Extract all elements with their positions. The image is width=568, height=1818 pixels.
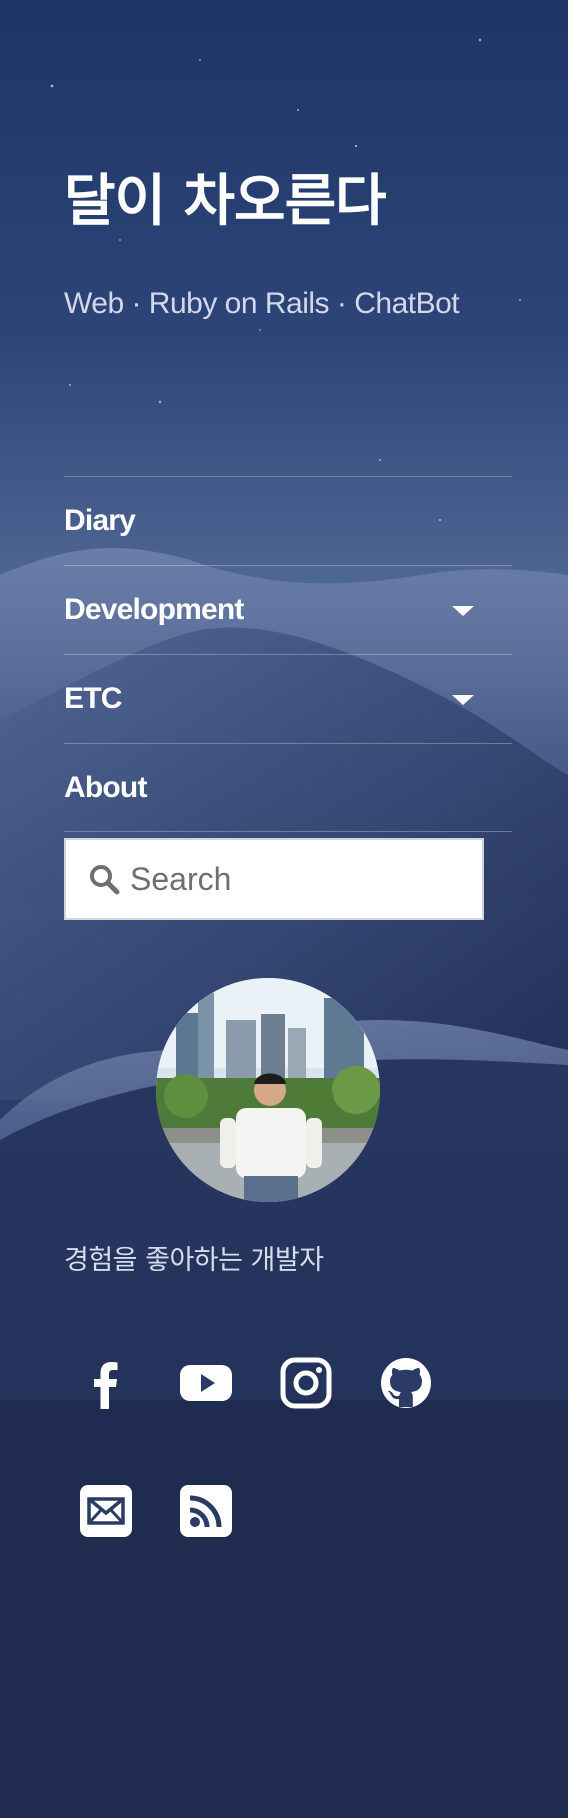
- search-icon: [90, 865, 120, 895]
- envelope-icon: [80, 1485, 132, 1537]
- instagram-icon: [280, 1357, 332, 1409]
- github-link[interactable]: [380, 1357, 432, 1409]
- caret-down-icon[interactable]: [452, 606, 474, 616]
- email-link[interactable]: [80, 1485, 132, 1537]
- rss-icon: [180, 1485, 232, 1537]
- github-icon: [381, 1358, 431, 1408]
- youtube-icon: [180, 1365, 232, 1401]
- bio-text: 경험을 좋아하는 개발자: [64, 1245, 324, 1276]
- nav-item-diary[interactable]: Diary: [64, 476, 512, 565]
- avatar: [156, 978, 380, 1202]
- nav-item-etc[interactable]: ETC: [64, 654, 512, 743]
- youtube-link[interactable]: [180, 1357, 232, 1409]
- caret-down-icon[interactable]: [452, 695, 474, 705]
- site-tagline: Web · Ruby on Rails · ChatBot: [64, 287, 460, 320]
- nav-item-about[interactable]: About: [64, 743, 512, 832]
- search-box[interactable]: [64, 838, 484, 920]
- facebook-link[interactable]: [80, 1357, 132, 1409]
- nav-label: About: [64, 770, 147, 804]
- nav-label: Development: [64, 593, 244, 626]
- nav-label: Diary: [64, 504, 136, 537]
- main-nav: Diary Development ETC About: [64, 476, 512, 832]
- search-input[interactable]: [130, 860, 450, 898]
- facebook-icon: [94, 1362, 118, 1409]
- rss-link[interactable]: [180, 1485, 232, 1537]
- profile-photo: [156, 978, 380, 1202]
- instagram-link[interactable]: [280, 1357, 332, 1409]
- nav-label: ETC: [64, 682, 122, 715]
- nav-item-development[interactable]: Development: [64, 565, 512, 654]
- site-title[interactable]: 달이 차오른다: [64, 162, 387, 242]
